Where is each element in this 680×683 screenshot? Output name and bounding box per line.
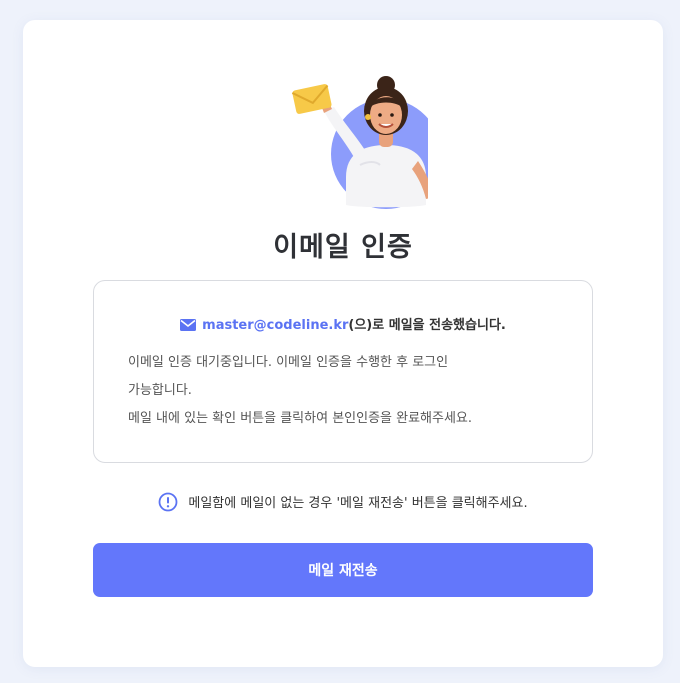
info-circle-icon <box>158 492 178 512</box>
resend-notice: 메일함에 메일이 없는 경우 '메일 재전송' 버튼을 클릭해주세요. <box>23 492 663 512</box>
page-title: 이메일 인증 <box>273 232 413 263</box>
info-line: 가능합니다. <box>128 383 192 398</box>
info-line: 메일 내에 있는 확인 버튼을 클릭하여 본인인증을 완료해주세요. <box>128 411 473 426</box>
sent-message: master@codeline.kr(으)로 메일을 전송했습니다. <box>94 314 592 333</box>
notice-text: 메일함에 메일이 없는 경우 '메일 재전송' 버튼을 클릭해주세요. <box>188 496 528 511</box>
woman-holding-envelope-illustration <box>291 76 428 209</box>
mail-icon <box>180 319 197 331</box>
email-address: master@codeline.kr <box>202 318 349 333</box>
resend-email-button[interactable]: 메일 재전송 <box>93 543 593 597</box>
sent-message-text: (으)로 메일을 전송했습니다. <box>348 318 506 333</box>
info-line: 이메일 인증 대기중입니다. 이메일 인증을 수행한 후 로그인 <box>128 355 449 370</box>
verification-card: 이메일 인증 master@codeline.kr(으)로 메일을 전송했습니다… <box>23 20 663 667</box>
info-description: 이메일 인증 대기중입니다. 이메일 인증을 수행한 후 로그인 가능합니다. … <box>128 349 568 433</box>
info-box: master@codeline.kr(으)로 메일을 전송했습니다. 이메일 인… <box>93 280 593 463</box>
